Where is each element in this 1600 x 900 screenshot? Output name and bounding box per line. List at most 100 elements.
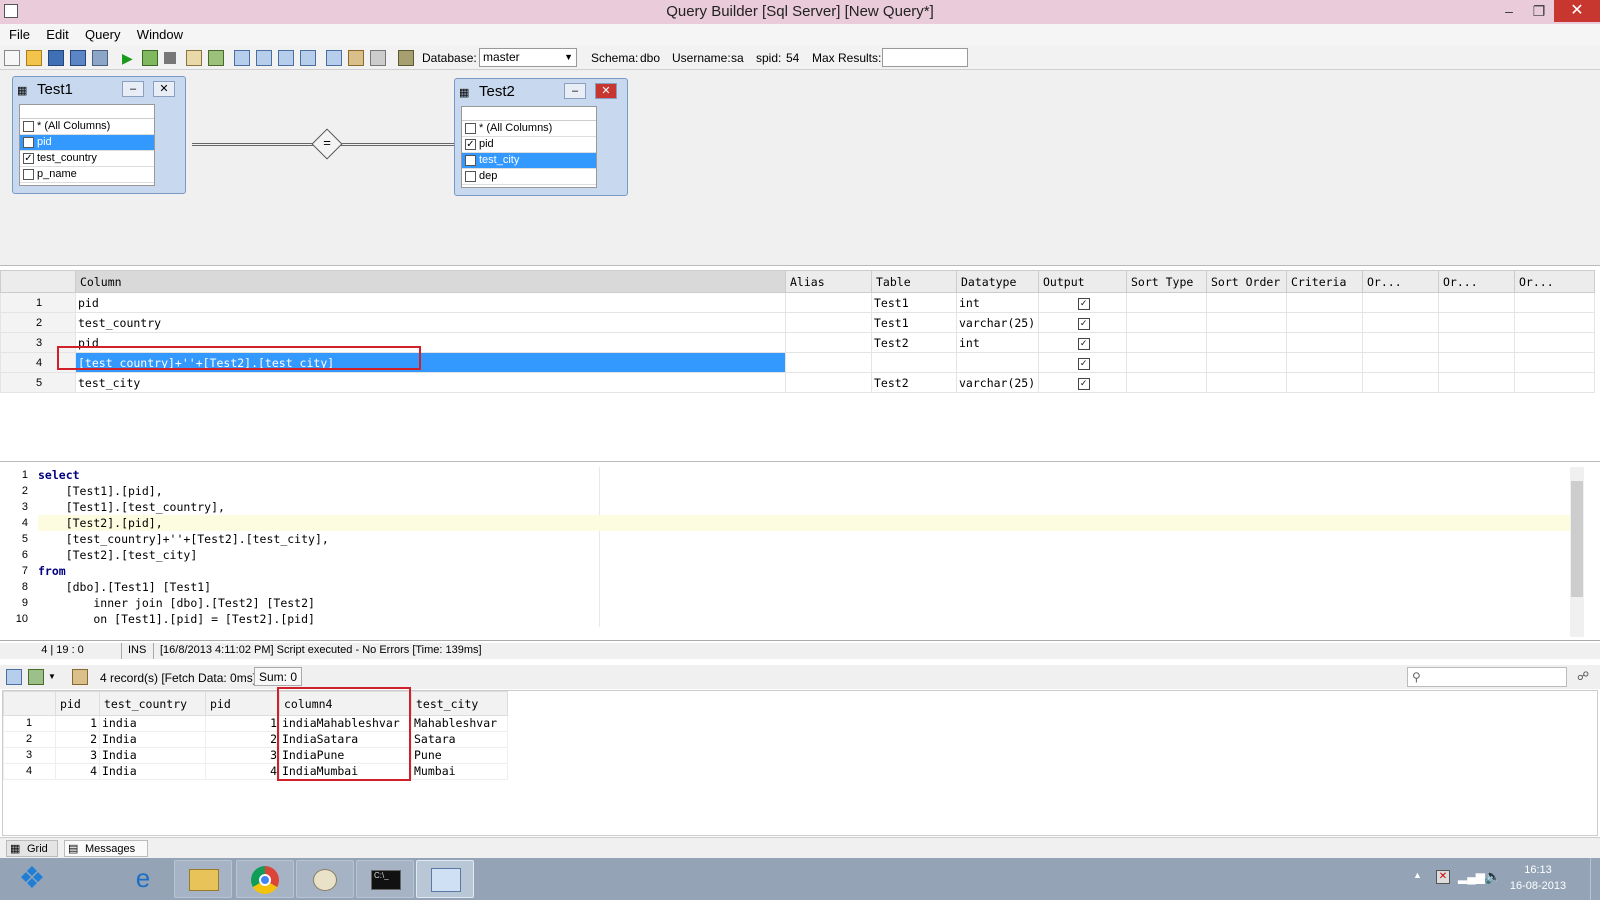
result-header[interactable]: pid xyxy=(55,691,100,716)
clock[interactable]: 16:13 16-08-2013 xyxy=(1500,862,1576,894)
table-cell[interactable]: Test1 xyxy=(871,312,957,333)
save-icon[interactable] xyxy=(48,50,64,66)
signal-icon[interactable]: ▂▄▆ xyxy=(1458,870,1485,884)
column-item[interactable]: p_name xyxy=(20,167,154,183)
minimize-table-button[interactable]: – xyxy=(564,83,586,99)
output-checkbox[interactable]: ✓ xyxy=(1077,318,1090,330)
export-grid-icon[interactable] xyxy=(28,669,44,685)
diagram-icon[interactable] xyxy=(326,50,342,66)
column-cell[interactable]: test_city xyxy=(75,372,786,393)
header-criteria[interactable]: Criteria xyxy=(1286,270,1363,293)
table-box-test2[interactable]: ▦ Test2 – ✕ * (All Columns) ✓ pid ✓ test_c… xyxy=(454,78,628,196)
edit-grid-icon[interactable] xyxy=(6,669,22,685)
criteria-cell[interactable] xyxy=(1286,332,1363,353)
results-search-input[interactable]: ⚲ xyxy=(1407,667,1567,687)
or-cell[interactable] xyxy=(1362,352,1439,373)
network-error-icon[interactable]: ✕ xyxy=(1436,870,1450,884)
or-cell[interactable] xyxy=(1362,292,1439,313)
header-alias[interactable]: Alias xyxy=(785,270,872,293)
or-cell[interactable] xyxy=(1514,372,1595,393)
column-item[interactable]: ✓ pid xyxy=(462,137,596,153)
result-cell[interactable]: 3 xyxy=(55,747,100,764)
checkbox[interactable]: ✓ xyxy=(23,153,34,164)
header-datatype[interactable]: Datatype xyxy=(956,270,1039,293)
result-header[interactable]: test_city xyxy=(411,691,508,716)
sort-type-cell[interactable] xyxy=(1126,352,1207,373)
column-item[interactable]: ✓ pid xyxy=(20,135,154,151)
menu-edit[interactable]: Edit xyxy=(46,24,68,46)
sql-editor[interactable]: 1 2 3 4 5 6 7 8 9 10 select [Test1].[pid… xyxy=(0,463,1600,641)
paint-icon[interactable] xyxy=(296,860,354,898)
table-cell[interactable]: Test1 xyxy=(871,292,957,313)
format-icon[interactable] xyxy=(370,50,386,66)
criteria-cell[interactable] xyxy=(1286,372,1363,393)
column-cell[interactable]: pid xyxy=(75,292,786,313)
or-cell[interactable] xyxy=(1438,352,1515,373)
output-cell[interactable]: ✓ xyxy=(1038,312,1127,333)
output-cell[interactable]: ✓ xyxy=(1038,332,1127,353)
file-explorer-icon[interactable] xyxy=(174,860,232,898)
show-hidden-icons[interactable]: ▲ xyxy=(1413,870,1422,880)
header-or-2[interactable]: Or... xyxy=(1438,270,1515,293)
sort-type-cell[interactable] xyxy=(1126,372,1207,393)
header-output[interactable]: Output xyxy=(1038,270,1127,293)
checkbox[interactable]: ✓ xyxy=(23,137,34,148)
code-area[interactable]: select [Test1].[pid], [Test1].[test_coun… xyxy=(38,467,1570,627)
column-item[interactable]: * (All Columns) xyxy=(20,119,154,135)
table-row[interactable]: 5 test_city Test2 varchar(25) ✓ xyxy=(0,372,1595,393)
result-cell[interactable]: India xyxy=(99,731,206,748)
column-item[interactable]: ✓ test_country xyxy=(20,151,154,167)
result-cell[interactable]: 4 xyxy=(55,763,100,780)
checkbox[interactable] xyxy=(23,169,34,180)
chrome-icon[interactable] xyxy=(236,860,294,898)
result-cell[interactable]: 4 xyxy=(205,763,280,780)
output-checkbox[interactable]: ✓ xyxy=(1077,298,1090,310)
sort-order-cell[interactable] xyxy=(1206,352,1287,373)
max-results-input[interactable] xyxy=(882,48,968,67)
layout-2-icon[interactable] xyxy=(256,50,272,66)
database-select[interactable]: master ▼ xyxy=(479,48,577,67)
header-or-1[interactable]: Or... xyxy=(1362,270,1439,293)
criteria-cell[interactable] xyxy=(1286,292,1363,313)
checkbox[interactable] xyxy=(465,171,476,182)
result-cell[interactable]: Mumbai xyxy=(411,763,508,780)
output-checkbox[interactable]: ✓ xyxy=(1077,378,1090,390)
column-item[interactable]: * (All Columns) xyxy=(462,121,596,137)
save-all-icon[interactable] xyxy=(92,50,108,66)
table-box-test1[interactable]: ▦ Test1 – ✕ * (All Columns) ✓ pid ✓ test_c… xyxy=(12,76,186,194)
query-builder-icon[interactable] xyxy=(416,860,474,898)
criteria-cell[interactable] xyxy=(1286,352,1363,373)
table-cell[interactable] xyxy=(871,352,957,373)
column-item[interactable]: dep xyxy=(462,169,596,185)
execute-selection-icon[interactable] xyxy=(142,50,158,66)
result-cell[interactable]: india xyxy=(99,715,206,732)
datatype-cell[interactable]: int xyxy=(956,292,1039,313)
stop-icon[interactable] xyxy=(164,52,176,64)
chevron-down-icon[interactable]: ▼ xyxy=(48,669,58,685)
windows-start-icon[interactable]: ❖ xyxy=(10,862,54,896)
layout-4-icon[interactable] xyxy=(300,50,316,66)
or-cell[interactable] xyxy=(1362,332,1439,353)
table-row[interactable]: 3 3 India 3 IndiaPune Pune xyxy=(3,747,508,764)
output-cell[interactable]: ✓ xyxy=(1038,292,1127,313)
output-cell[interactable]: ✓ xyxy=(1038,352,1127,373)
output-cell[interactable]: ✓ xyxy=(1038,372,1127,393)
header-or-3[interactable]: Or... xyxy=(1514,270,1595,293)
sort-type-cell[interactable] xyxy=(1126,332,1207,353)
result-cell[interactable]: 3 xyxy=(205,747,280,764)
or-cell[interactable] xyxy=(1438,332,1515,353)
attach-icon[interactable]: ☍ xyxy=(1577,669,1593,685)
open-folder-icon[interactable] xyxy=(26,50,42,66)
result-cell[interactable]: 1 xyxy=(55,715,100,732)
minimize-table-button[interactable]: – xyxy=(122,81,144,97)
explain-icon[interactable] xyxy=(186,50,202,66)
or-cell[interactable] xyxy=(1362,372,1439,393)
table-row[interactable]: 2 test_country Test1 varchar(25) ✓ xyxy=(0,312,1595,333)
column-item[interactable]: ✓ test_city xyxy=(462,153,596,169)
menu-query[interactable]: Query xyxy=(85,24,120,46)
sort-type-cell[interactable] xyxy=(1126,312,1207,333)
refresh-icon[interactable] xyxy=(72,669,88,685)
header-table[interactable]: Table xyxy=(871,270,957,293)
internet-explorer-icon[interactable]: e xyxy=(114,860,172,898)
sort-order-cell[interactable] xyxy=(1206,312,1287,333)
